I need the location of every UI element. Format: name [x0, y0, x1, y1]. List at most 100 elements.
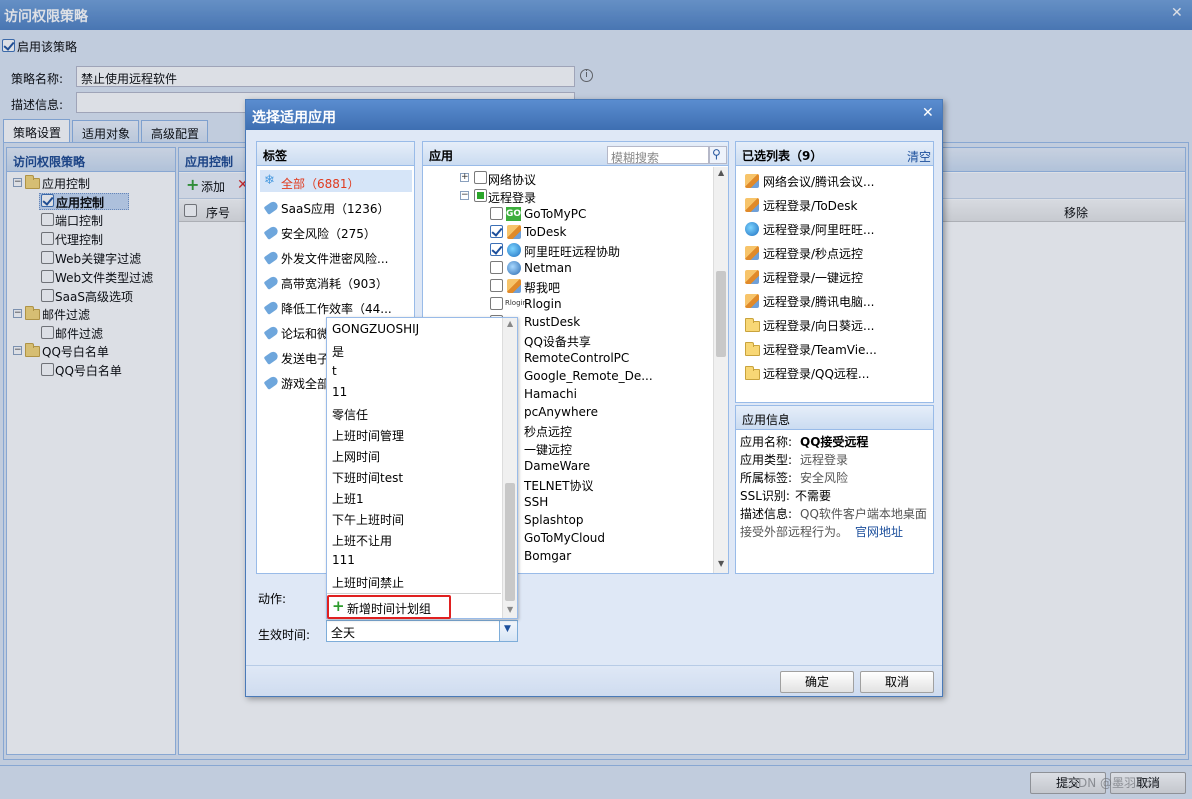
add-time-group-label: 新增时间计划组: [347, 602, 432, 616]
dropdown-option[interactable]: 零信任: [332, 406, 368, 423]
dropdown-option[interactable]: 下午上班时间: [332, 511, 404, 528]
app-checkbox[interactable]: [490, 225, 503, 238]
dropdown-option[interactable]: 上网时间: [332, 448, 380, 465]
tag-icon: [263, 275, 280, 290]
apps-scrollbar[interactable]: ▲ ▼: [713, 167, 728, 573]
app-google-remote[interactable]: Google_Remote_De...: [524, 369, 653, 383]
tag-forum[interactable]: 论坛和微: [281, 325, 329, 342]
app-rustdesk[interactable]: RustDesk: [524, 315, 580, 329]
app-cube-icon: [745, 294, 759, 308]
dropdown-option[interactable]: 上班时间管理: [332, 427, 404, 444]
folder-icon: [745, 342, 760, 356]
app-node-remote[interactable]: 远程登录: [488, 189, 536, 206]
selected-item[interactable]: 远程登录/ToDesk: [763, 197, 858, 214]
time-select[interactable]: 全天 ▼: [326, 620, 518, 642]
app-checkbox[interactable]: [490, 297, 503, 310]
selected-item[interactable]: 远程登录/向日葵远...: [763, 317, 875, 334]
scroll-thumb[interactable]: [505, 483, 515, 601]
app-todesk[interactable]: ToDesk: [524, 225, 566, 239]
app-info-type: 远程登录: [800, 453, 849, 467]
tag-icon: [263, 375, 280, 390]
dropdown-option[interactable]: 上班1: [332, 490, 364, 507]
dropdown-option[interactable]: 11: [332, 385, 347, 399]
search-button[interactable]: ⚲: [709, 146, 727, 164]
app-gotomycloud[interactable]: GoToMyCloud: [524, 531, 605, 545]
clear-link[interactable]: 清空: [907, 148, 931, 165]
app-cube-icon: [745, 174, 759, 188]
app-pcanywhere[interactable]: pcAnywhere: [524, 405, 598, 419]
search-icon: ⚲: [712, 147, 721, 161]
app-search-input[interactable]: 模糊搜索: [607, 146, 709, 165]
app-checkbox[interactable]: [490, 207, 503, 220]
app-ssh[interactable]: SSH: [524, 495, 548, 509]
scroll-up-icon[interactable]: ▲: [718, 168, 724, 177]
tree-toggle-icon[interactable]: −: [460, 191, 469, 200]
dropdown-scrollbar[interactable]: ▲ ▼: [502, 318, 517, 618]
dropdown-option[interactable]: 上班不让用: [332, 532, 392, 549]
selected-item[interactable]: 远程登录/秒点远控: [763, 245, 863, 262]
selected-item[interactable]: 远程登录/一键远控: [763, 269, 863, 286]
app-telnet[interactable]: TELNET协议: [524, 477, 594, 494]
scroll-thumb[interactable]: [716, 271, 726, 357]
tag-icon: [263, 325, 280, 340]
app-checkbox[interactable]: [490, 279, 503, 292]
dropdown-option[interactable]: t: [332, 364, 337, 378]
tag-icon: [263, 250, 280, 265]
dropdown-option[interactable]: 下班时间test: [332, 469, 403, 486]
tree-toggle-icon[interactable]: +: [460, 173, 469, 182]
app-info-panel: 应用信息 应用名称: QQ接受远程 应用类型: 远程登录 所属标签: 安全风险 …: [735, 405, 934, 574]
dialog-close-icon[interactable]: ✕: [922, 105, 934, 121]
action-label: 动作:: [258, 592, 287, 606]
dialog-ok-button[interactable]: 确定: [780, 671, 854, 693]
tag-high-bandwidth[interactable]: 高带宽消耗（903）: [281, 275, 388, 292]
tag-all[interactable]: 全部（6881）: [281, 175, 360, 192]
tag-saas[interactable]: SaaS应用（1236）: [281, 200, 389, 217]
scroll-down-icon[interactable]: ▼: [507, 605, 513, 614]
app-checkbox[interactable]: [490, 243, 503, 256]
app-hamachi[interactable]: Hamachi: [524, 387, 577, 401]
app-bangwoba[interactable]: 帮我吧: [524, 279, 560, 296]
app-miaodian[interactable]: 秒点远控: [524, 423, 572, 440]
app-splashtop[interactable]: Splashtop: [524, 513, 583, 527]
tag-low-efficiency[interactable]: 降低工作效率（44...: [281, 300, 392, 317]
tag-email[interactable]: 发送电子: [281, 350, 329, 367]
tag-security-risk[interactable]: 安全风险（275）: [281, 225, 376, 242]
app-rlogin[interactable]: Rlogin: [524, 297, 562, 311]
dropdown-option[interactable]: GONGZUOSHIJ: [332, 322, 419, 336]
app-netman[interactable]: Netman: [524, 261, 572, 275]
selected-item[interactable]: 远程登录/TeamVie...: [763, 341, 877, 358]
selected-item[interactable]: 远程登录/QQ远程...: [763, 365, 869, 382]
app-gotomypc[interactable]: GoToMyPC: [524, 207, 586, 221]
dialog-cancel-button[interactable]: 取消: [860, 671, 934, 693]
app-remotecontrolpc[interactable]: RemoteControlPC: [524, 351, 629, 365]
dropdown-option[interactable]: 上班时间禁止: [332, 574, 404, 591]
scroll-up-icon[interactable]: ▲: [507, 319, 513, 328]
time-select-trigger[interactable]: ▼: [499, 621, 517, 641]
dropdown-option[interactable]: 111: [332, 553, 355, 567]
folder-icon: [745, 318, 760, 332]
app-yijian[interactable]: 一键远控: [524, 441, 572, 458]
app-checkbox[interactable]: [474, 189, 487, 202]
dialog-title: 选择适用应用: [252, 110, 336, 126]
tag-games[interactable]: 游戏全部: [281, 375, 329, 392]
app-bomgar[interactable]: Bomgar: [524, 549, 571, 563]
app-cube-icon: [745, 246, 759, 260]
app-wangwang[interactable]: 阿里旺旺远程协助: [524, 243, 620, 260]
app-node-network[interactable]: 网络协议: [488, 171, 536, 188]
app-checkbox[interactable]: [474, 171, 487, 184]
app-qq-share[interactable]: QQ设备共享: [524, 333, 591, 350]
scroll-down-icon[interactable]: ▼: [718, 559, 724, 568]
app-dameware[interactable]: DameWare: [524, 459, 590, 473]
selected-item[interactable]: 远程登录/阿里旺旺...: [763, 221, 875, 238]
website-link[interactable]: 官网地址: [855, 523, 903, 540]
selected-item[interactable]: 远程登录/腾讯电脑...: [763, 293, 875, 310]
selected-item[interactable]: 网络会议/腾讯会议...: [763, 173, 875, 190]
dropdown-option[interactable]: 是: [332, 343, 344, 360]
tags-title: 标签: [257, 142, 414, 166]
app-checkbox[interactable]: [490, 261, 503, 274]
app-info-name: QQ接受远程: [800, 435, 869, 449]
selected-panel: 已选列表（9） 清空 网络会议/腾讯会议... 远程登录/ToDesk 远程登录…: [735, 141, 934, 403]
add-time-group-item[interactable]: + 新增时间计划组: [327, 595, 451, 619]
tag-leak-risk[interactable]: 外发文件泄密风险...: [281, 250, 388, 267]
select-app-dialog: 选择适用应用 ✕ 标签 ❄ 全部（6881） SaaS应用（1236） 安全风险…: [245, 99, 943, 697]
